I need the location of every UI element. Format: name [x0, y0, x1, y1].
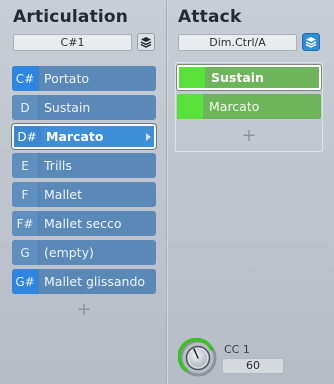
- articulation-key-field[interactable]: C#1: [13, 34, 132, 51]
- layers-icon: [140, 37, 152, 48]
- attack-title: Attack: [178, 7, 242, 27]
- panel-divider: [166, 0, 168, 384]
- attack-row-label: Sustain: [211, 70, 264, 85]
- attack-stack-button[interactable]: [302, 33, 320, 51]
- articulation-row-key: G: [12, 240, 39, 265]
- articulation-row-label: Mallet: [44, 187, 82, 202]
- articulation-add-button[interactable]: +: [75, 301, 93, 319]
- cc-label: CC 1: [224, 343, 250, 356]
- cc-knob[interactable]: [177, 337, 218, 378]
- articulation-row-label: Portato: [44, 71, 89, 86]
- articulation-row-label: Mallet secco: [44, 216, 122, 231]
- attack-row[interactable]: Marcato: [177, 94, 321, 119]
- articulation-row[interactable]: G# Mallet glissando: [12, 269, 156, 294]
- attack-row-swatch: [179, 67, 205, 88]
- attack-add-button[interactable]: +: [240, 127, 258, 145]
- articulation-row[interactable]: D# Marcato: [12, 124, 156, 149]
- articulation-row-key: E: [12, 153, 39, 178]
- articulation-row[interactable]: E Trills: [12, 153, 156, 178]
- attack-row-label: Marcato: [209, 99, 260, 114]
- articulation-row-label: Mallet glissando: [44, 274, 146, 289]
- articulation-row[interactable]: F# Mallet secco: [12, 211, 156, 236]
- attack-row[interactable]: Sustain: [177, 65, 321, 90]
- articulation-row-key: D#: [14, 126, 41, 147]
- articulation-stack-button[interactable]: [137, 33, 155, 51]
- articulation-row-key: F: [12, 182, 39, 207]
- articulation-row-label: Trills: [44, 158, 72, 173]
- attack-field[interactable]: Dim.Ctrl/A: [178, 34, 297, 51]
- articulation-row[interactable]: C# Portato: [12, 66, 156, 91]
- knob-icon: [177, 337, 217, 377]
- articulation-row[interactable]: D Sustain: [12, 95, 156, 120]
- articulation-row-key: D: [12, 95, 39, 120]
- cc-value-field[interactable]: 60: [222, 358, 284, 374]
- articulation-row[interactable]: F Mallet: [12, 182, 156, 207]
- articulation-row-key: G#: [12, 269, 39, 294]
- chevron-right-icon: [146, 133, 151, 141]
- articulation-row-label: (empty): [44, 245, 94, 260]
- articulation-row-key: F#: [12, 211, 39, 236]
- articulation-row-key: C#: [12, 66, 39, 91]
- articulation-row-label: Sustain: [44, 100, 91, 115]
- articulation-row-label: Marcato: [46, 129, 104, 144]
- attack-row-swatch: [177, 94, 203, 119]
- articulation-row[interactable]: G (empty): [12, 240, 156, 265]
- articulation-title: Articulation: [13, 7, 129, 27]
- layers-icon: [305, 37, 317, 48]
